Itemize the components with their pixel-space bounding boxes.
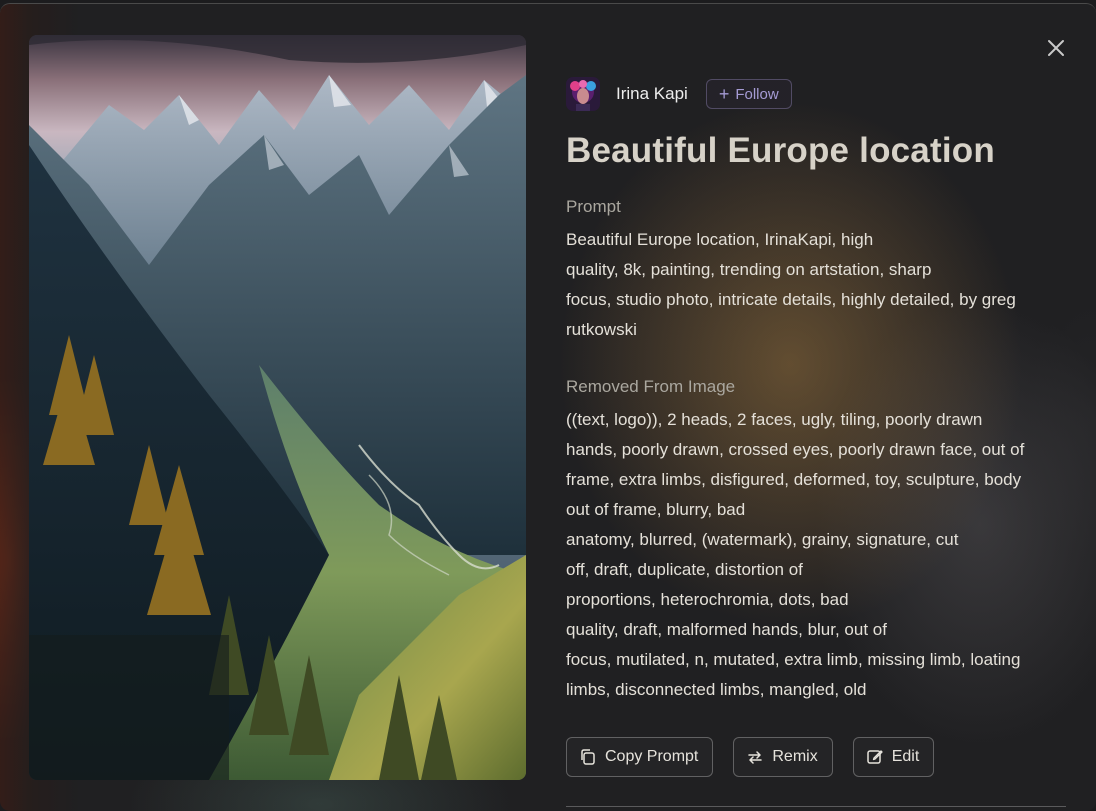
remix-icon xyxy=(746,748,764,766)
mountain-valley-image xyxy=(29,35,526,780)
edit-button[interactable]: Edit xyxy=(853,737,935,777)
author-name[interactable]: Irina Kapi xyxy=(616,84,688,104)
close-button[interactable] xyxy=(1043,35,1069,61)
removed-text: ((text, logo)), 2 heads, 2 faces, ugly, … xyxy=(566,405,1066,705)
image-title: Beautiful Europe location xyxy=(566,131,1066,171)
removed-line: ((text, logo)), 2 heads, 2 faces, ugly, … xyxy=(566,405,1066,435)
copy-icon xyxy=(579,748,597,766)
edit-icon xyxy=(866,748,884,766)
removed-line: limbs, disconnected limbs, mangled, old xyxy=(566,675,1066,705)
prompt-line: focus, studio photo, intricate details, … xyxy=(566,285,1066,315)
removed-label: Removed From Image xyxy=(566,377,1066,397)
generated-image xyxy=(29,35,526,780)
follow-label: Follow xyxy=(735,86,778,103)
prompt-line: Beautiful Europe location, IrinaKapi, hi… xyxy=(566,225,1066,255)
remix-label: Remix xyxy=(772,748,817,766)
removed-line: off, draft, duplicate, distortion of xyxy=(566,555,1066,585)
removed-line: anatomy, blurred, (watermark), grainy, s… xyxy=(566,525,1066,555)
removed-line: frame, extra limbs, disfigured, deformed… xyxy=(566,465,1066,495)
removed-line: out of frame, blurry, bad xyxy=(566,495,1066,525)
remix-button[interactable]: Remix xyxy=(733,737,832,777)
copy-prompt-label: Copy Prompt xyxy=(605,748,698,766)
prompt-line: quality, 8k, painting, trending on artst… xyxy=(566,255,1066,285)
details-panel: Irina Kapi + Follow Beautiful Europe loc… xyxy=(566,74,1066,705)
action-buttons: Copy Prompt Remix Edit xyxy=(566,737,954,777)
image-detail-dialog: Irina Kapi + Follow Beautiful Europe loc… xyxy=(0,3,1096,811)
prompt-label: Prompt xyxy=(566,197,1066,217)
close-icon xyxy=(1043,35,1069,61)
avatar[interactable] xyxy=(566,77,600,111)
copy-prompt-button[interactable]: Copy Prompt xyxy=(566,737,713,777)
removed-line: quality, draft, malformed hands, blur, o… xyxy=(566,615,1066,645)
prompt-text: Beautiful Europe location, IrinaKapi, hi… xyxy=(566,225,1066,345)
removed-line: focus, mutilated, n, mutated, extra limb… xyxy=(566,645,1066,675)
edit-label: Edit xyxy=(892,748,920,766)
prompt-line: rutkowski xyxy=(566,315,1066,345)
plus-icon: + xyxy=(719,85,730,103)
follow-button[interactable]: + Follow xyxy=(706,79,792,109)
author-row: Irina Kapi + Follow xyxy=(566,74,1066,114)
removed-line: proportions, heterochromia, dots, bad xyxy=(566,585,1066,615)
divider xyxy=(566,806,1066,807)
removed-line: hands, poorly drawn, crossed eyes, poorl… xyxy=(566,435,1066,465)
